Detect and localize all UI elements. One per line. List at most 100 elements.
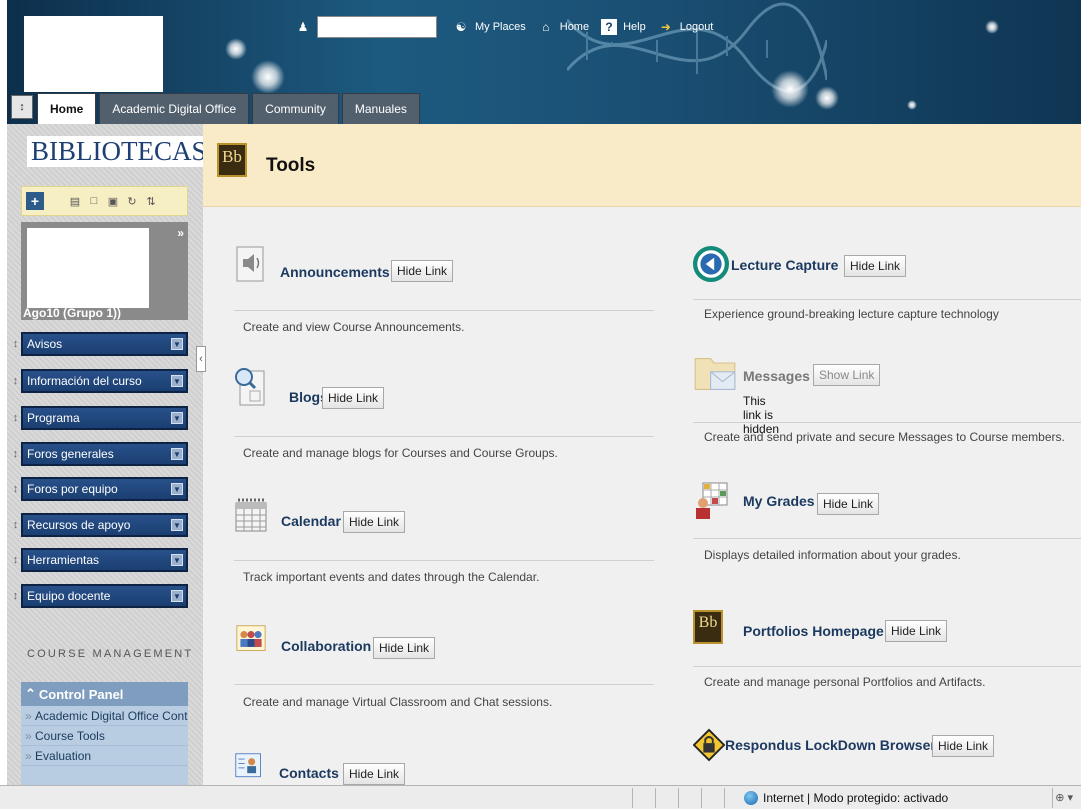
tab-home[interactable]: Home	[37, 93, 97, 124]
respondus-hide-link-button[interactable]: Hide Link	[932, 735, 995, 757]
my-places-link[interactable]: My Places	[475, 21, 526, 33]
chevron-down-icon[interactable]: ▼	[171, 375, 183, 387]
collaboration-link[interactable]: Collaboration	[281, 638, 371, 654]
drag-handle-icon[interactable]: ↕	[10, 590, 21, 602]
institution-logo	[24, 16, 163, 92]
announcements-description: Create and view Course Announcements.	[243, 320, 465, 334]
collapse-icon: ⌃	[25, 686, 36, 701]
calendar-hide-link-button[interactable]: Hide Link	[343, 511, 406, 533]
help-icon[interactable]: ?	[601, 19, 618, 35]
drag-handle-icon[interactable]: ↕	[10, 448, 21, 460]
announcements-link[interactable]: Announcements	[280, 264, 390, 280]
security-zone-status[interactable]: Internet | Modo protegido: activado	[744, 791, 948, 805]
sidebar-item-recursos[interactable]: ↕ Recursos de apoyo ▼	[10, 513, 188, 537]
chevron-down-icon[interactable]: ▼	[171, 519, 183, 531]
messages-link[interactable]: Messages	[743, 368, 810, 384]
status-divider	[1052, 788, 1053, 808]
my-grades-hide-link-button[interactable]: Hide Link	[817, 493, 880, 515]
home-link[interactable]: Home	[560, 21, 589, 33]
drag-handle-icon[interactable]: ↕	[10, 554, 21, 566]
status-divider	[701, 788, 702, 808]
list-view-icon[interactable]: ▤	[67, 193, 83, 209]
chevron-down-icon[interactable]: ▼	[171, 338, 183, 350]
status-divider	[724, 788, 725, 808]
calendar-icon	[235, 498, 267, 532]
divider	[693, 538, 1081, 539]
add-menu-item-icon[interactable]: +	[26, 192, 44, 210]
drag-handle-icon[interactable]: ↕	[10, 519, 21, 531]
lecture-capture-link[interactable]: Lecture Capture	[731, 257, 838, 273]
reorder-icon[interactable]: ⇅	[143, 193, 159, 209]
sidebar-item-label: Información del curso	[27, 374, 142, 388]
blogs-description: Create and manage blogs for Courses and …	[243, 446, 558, 460]
places-icon[interactable]: ☯	[453, 19, 469, 35]
sidebar-item-foros-por-equipo[interactable]: ↕ Foros por equipo ▼	[10, 477, 188, 501]
new-window-icon[interactable]: ▣	[105, 193, 121, 209]
respondus-lockdown-browser-link[interactable]: Respondus LockDown Browser	[725, 737, 936, 753]
calendar-link[interactable]: Calendar	[281, 513, 341, 529]
sidebar-item-equipo-docente[interactable]: ↕ Equipo docente ▼	[10, 584, 188, 608]
lecture-capture-hide-link-button[interactable]: Hide Link	[844, 255, 907, 277]
decor-orb	[251, 60, 285, 94]
chevron-down-icon[interactable]: ▼	[171, 483, 183, 495]
tab-manuales[interactable]: Manuales	[341, 93, 420, 124]
browser-status-bar: Internet | Modo protegido: activado ⊕ ▾	[0, 785, 1081, 809]
zoom-control[interactable]: ⊕ ▾	[1055, 791, 1073, 804]
tab-academic-digital-office[interactable]: Academic Digital Office	[99, 93, 250, 124]
divider	[234, 310, 654, 311]
portfolios-hide-link-button[interactable]: Hide Link	[885, 620, 948, 642]
chevron-down-icon[interactable]: ▼	[171, 554, 183, 566]
sidebar-item-programa[interactable]: ↕ Programa ▼	[10, 406, 188, 430]
expand-icon: »	[25, 748, 36, 763]
portfolios-homepage-link[interactable]: Portfolios Homepage	[743, 623, 884, 639]
cp-item-label: Academic Digital Office Conte	[35, 708, 188, 723]
page-title: Tools	[266, 155, 316, 176]
messages-show-link-button[interactable]: Show Link	[813, 364, 881, 386]
drag-handle-icon[interactable]: ↕	[10, 338, 21, 350]
sidebar-item-label: Equipo docente	[27, 589, 111, 603]
logout-icon[interactable]: ➜	[658, 19, 674, 35]
my-grades-link[interactable]: My Grades	[743, 493, 815, 509]
help-link[interactable]: Help	[623, 21, 646, 33]
tab-community[interactable]: Community	[252, 93, 339, 124]
expand-icon[interactable]: »	[177, 226, 184, 240]
sidebar-item-foros-generales[interactable]: ↕ Foros generales ▼	[10, 442, 188, 466]
chevron-down-icon[interactable]: ▼	[171, 412, 183, 424]
folder-view-icon[interactable]: □	[86, 193, 102, 209]
chevron-down-icon[interactable]: ▼	[171, 448, 183, 460]
contacts-link[interactable]: Contacts	[279, 765, 339, 781]
chevron-down-icon[interactable]: ▼	[171, 590, 183, 602]
contacts-icon	[235, 753, 261, 778]
user-icon: ♟	[297, 20, 309, 34]
drag-handle-icon[interactable]: ↕	[10, 483, 21, 495]
blogs-hide-link-button[interactable]: Hide Link	[322, 387, 385, 409]
home-icon[interactable]: ⌂	[538, 19, 554, 35]
sidebar-item-avisos[interactable]: ↕ Avisos ▼	[10, 332, 188, 356]
messages-description: Create and send private and secure Messa…	[704, 430, 1065, 444]
sidebar-item-herramientas[interactable]: ↕ Herramientas ▼	[10, 548, 188, 572]
cp-item-academic-digital-office[interactable]: » Academic Digital Office Conte	[21, 706, 188, 726]
collaboration-icon	[236, 625, 266, 651]
control-panel-header[interactable]: ⌃ Control Panel	[21, 682, 188, 706]
status-divider	[678, 788, 679, 808]
collaboration-hide-link-button[interactable]: Hide Link	[373, 637, 436, 659]
collapse-sidebar-icon[interactable]: ‹	[196, 346, 206, 372]
drag-handle-icon[interactable]: ↕	[10, 412, 21, 424]
announcements-hide-link-button[interactable]: Hide Link	[391, 260, 454, 282]
announcements-icon	[236, 246, 264, 282]
sidebar-item-label: Programa	[27, 411, 80, 425]
cp-item-course-tools[interactable]: » Course Tools	[21, 726, 188, 746]
drag-handle-icon[interactable]: ↕	[10, 375, 21, 387]
decor-orb	[985, 20, 999, 34]
nav-toggle-icon[interactable]: ↕	[11, 95, 33, 119]
expand-icon: »	[25, 708, 36, 723]
refresh-icon[interactable]: ↻	[124, 193, 140, 209]
sidebar-item-informacion[interactable]: ↕ Información del curso ▼	[10, 369, 188, 393]
bibliotecas-banner[interactable]: BIBLIOTECAS	[27, 136, 211, 167]
logout-link[interactable]: Logout	[680, 21, 714, 33]
contacts-hide-link-button[interactable]: Hide Link	[343, 763, 406, 785]
cp-item-evaluation[interactable]: » Evaluation	[21, 746, 188, 766]
control-panel-label: Control Panel	[38, 686, 124, 702]
course-name[interactable]: Ago10 (Grupo 1))	[23, 306, 121, 320]
user-name-box	[317, 16, 437, 38]
